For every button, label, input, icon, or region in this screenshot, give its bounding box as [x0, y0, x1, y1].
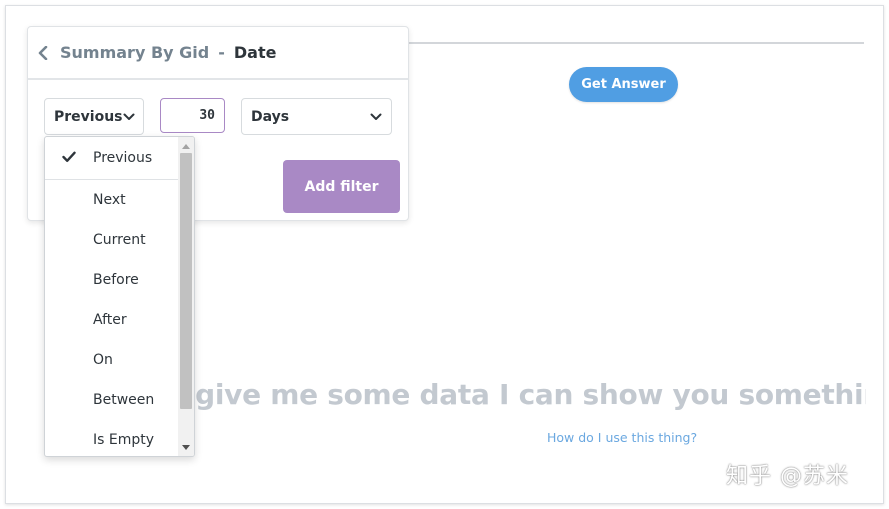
- option-before[interactable]: Before: [45, 260, 179, 300]
- add-filter-button[interactable]: Add filter: [283, 160, 400, 213]
- breadcrumb-current: Date: [233, 43, 277, 62]
- option-is-empty[interactable]: Is Empty: [45, 420, 179, 456]
- breadcrumb: Summary By Gid - Date: [28, 27, 408, 80]
- scrollbar-thumb[interactable]: [180, 153, 192, 409]
- breadcrumb-separator: -: [218, 43, 225, 62]
- get-answer-button[interactable]: Get Answer: [569, 67, 678, 102]
- unit-select-value: Days: [251, 108, 290, 125]
- option-label: On: [93, 352, 113, 368]
- watermark: 知乎 @苏米: [726, 464, 849, 489]
- option-label: Current: [93, 232, 146, 248]
- option-label: Previous: [93, 150, 153, 166]
- option-next[interactable]: Next: [45, 180, 179, 220]
- chevron-down-icon: [370, 108, 382, 126]
- unit-select[interactable]: Days: [241, 98, 392, 135]
- scroll-down-icon[interactable]: [178, 440, 194, 454]
- app-window: Get Answer u give me some data I can sho…: [5, 5, 884, 504]
- option-on[interactable]: On: [45, 340, 179, 380]
- operator-dropdown: Previous Next Current Before After On Be…: [44, 136, 195, 457]
- option-label: Next: [93, 192, 126, 208]
- dropdown-scrollbar[interactable]: [178, 137, 194, 456]
- operator-select[interactable]: Previous: [44, 98, 144, 135]
- chevron-left-icon[interactable]: [38, 45, 52, 60]
- empty-state-message: u give me some data I can show you somet…: [166, 378, 866, 411]
- option-after[interactable]: After: [45, 300, 179, 340]
- operator-options: Previous Next Current Before After On Be…: [45, 137, 179, 456]
- option-label: Between: [93, 392, 155, 408]
- option-label: After: [93, 312, 127, 328]
- amount-input[interactable]: [160, 98, 225, 133]
- option-current[interactable]: Current: [45, 220, 179, 260]
- divider: [408, 42, 864, 44]
- breadcrumb-parent[interactable]: Summary By Gid: [60, 43, 209, 62]
- operator-select-value: Previous: [54, 108, 123, 125]
- scroll-up-icon[interactable]: [178, 139, 194, 153]
- chevron-down-icon: [123, 108, 135, 126]
- option-previous[interactable]: Previous: [45, 137, 179, 180]
- help-link[interactable]: How do I use this thing?: [547, 430, 707, 448]
- option-between[interactable]: Between: [45, 380, 179, 420]
- option-label: Is Empty: [93, 432, 155, 448]
- option-label: Before: [93, 272, 139, 288]
- check-icon: [62, 151, 76, 163]
